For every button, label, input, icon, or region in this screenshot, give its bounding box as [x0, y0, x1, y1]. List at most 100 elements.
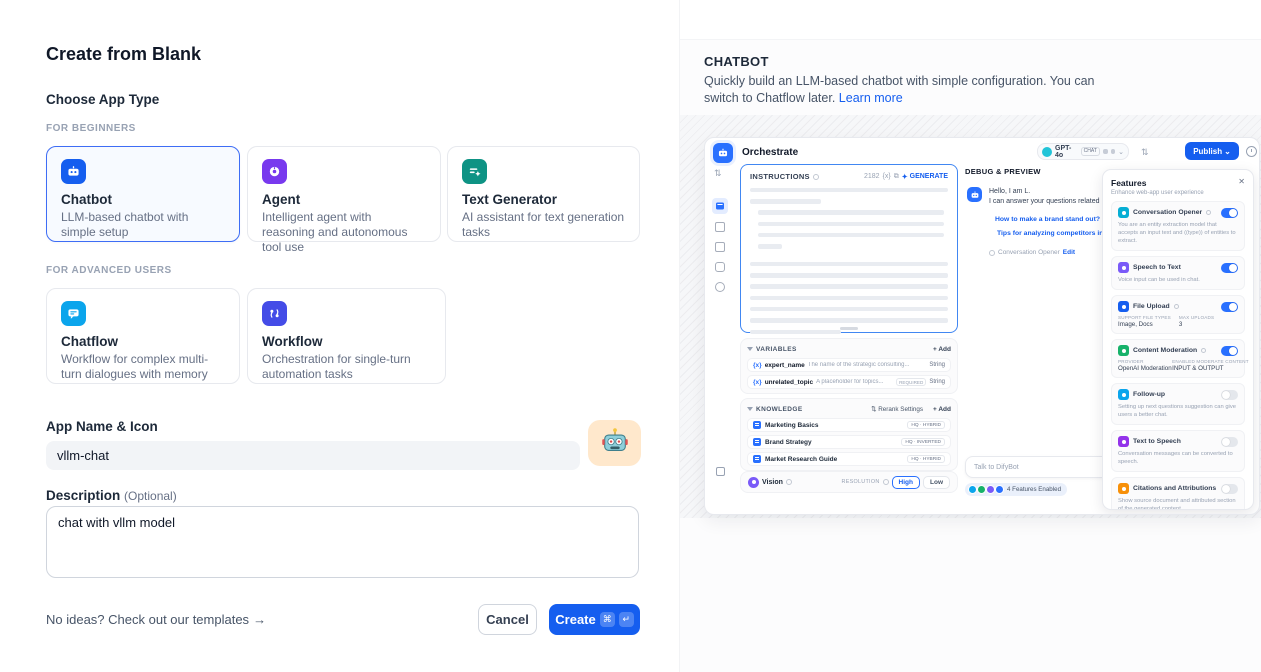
rail-chat-icon[interactable] — [715, 262, 725, 272]
feature-file-upload: File Upload SUPPORT FILE TYPES Image, Do… — [1111, 295, 1245, 334]
feature-citations: Citations and Attributions Show source d… — [1111, 477, 1245, 510]
skeleton-line — [750, 296, 948, 301]
app-type-card-text-generator[interactable]: Text Generator AI assistant for text gen… — [447, 146, 640, 242]
skeleton-line — [750, 307, 948, 312]
feature-name: Follow-up — [1133, 391, 1165, 398]
bottom-checkbox-icon[interactable] — [716, 467, 725, 476]
resize-handle[interactable] — [840, 327, 858, 330]
app-icon-picker[interactable] — [588, 420, 641, 466]
variable-type: String — [929, 362, 945, 368]
feature-description: Voice input can be used in chat. — [1118, 276, 1238, 284]
app-type-card-agent[interactable]: Agent Intelligent agent with reasoning a… — [247, 146, 441, 242]
feature-toggle[interactable] — [1221, 346, 1238, 356]
add-knowledge-button[interactable]: + Add — [933, 406, 951, 413]
chevron-down-icon: ⌄ — [1224, 147, 1231, 156]
features-title: Features — [1111, 178, 1146, 188]
feature-content-moderation: Content Moderation PROVIDER OpenAI Moder… — [1111, 339, 1245, 378]
feature-description: Show source document and attributed sect… — [1118, 497, 1238, 510]
meta-value: INPUT & OUTPUT — [1172, 365, 1238, 372]
add-variable-button[interactable]: + Add — [933, 346, 951, 353]
model-param-icon — [1103, 149, 1108, 154]
chevron-down-icon[interactable] — [747, 347, 753, 351]
preview-app-icon — [713, 143, 733, 163]
create-from-blank-panel: Create from Blank Choose App Type FOR BE… — [0, 0, 679, 672]
app-type-card-workflow[interactable]: Workflow Orchestration for single-turn a… — [247, 288, 446, 384]
feature-name: Citations and Attributions — [1133, 485, 1216, 492]
feature-name: Content Moderation — [1133, 347, 1197, 354]
meta-label: SUPPORT FILE TYPES — [1118, 315, 1171, 320]
publish-button[interactable]: Publish ⌄ — [1185, 142, 1239, 160]
preview-title: Orchestrate — [742, 147, 798, 158]
history-clock-icon[interactable] — [1246, 146, 1257, 157]
app-type-name: Chatflow — [61, 334, 225, 349]
vision-panel: Vision RESOLUTION High Low — [740, 471, 958, 493]
app-type-name: Agent — [262, 192, 426, 207]
resolution-low-option[interactable]: Low — [923, 476, 950, 489]
rail-sliders-icon[interactable]: ⇅ — [714, 168, 722, 179]
rail-image-icon[interactable] — [715, 222, 725, 232]
model-name: GPT-4o — [1055, 145, 1078, 159]
copy-icon[interactable]: ⧉ — [894, 173, 899, 181]
variables-panel: VARIABLES + Add {x} expert_name The name… — [740, 338, 958, 394]
generate-button[interactable]: ✦ GENERATE — [902, 173, 948, 181]
dataset-icon — [753, 438, 761, 446]
feature-speech-to-text: Speech to Text Voice input can be used i… — [1111, 256, 1245, 290]
feature-toggle[interactable] — [1221, 208, 1238, 218]
app-name-label: App Name & Icon — [46, 419, 158, 434]
rail-help-icon[interactable] — [715, 282, 725, 292]
close-icon[interactable]: ✕ — [1238, 178, 1245, 186]
create-button[interactable]: Create ⌘ ↵ — [549, 604, 640, 635]
feature-toggle[interactable] — [1221, 390, 1238, 400]
description-textarea[interactable]: chat with vllm model — [46, 506, 639, 578]
feature-toggle[interactable] — [1221, 263, 1238, 273]
feature-name: Conversation Opener — [1133, 209, 1202, 216]
vision-label: Vision — [762, 479, 783, 486]
description-optional-label: (Optional) — [124, 489, 177, 503]
knowledge-row[interactable]: Market Research Guide HQ · HYBRID — [747, 452, 951, 466]
rail-prompt-icon[interactable] — [712, 198, 728, 214]
feature-text-to-speech: Text to Speech Conversation messages can… — [1111, 430, 1245, 472]
spark-icon: ✦ — [902, 173, 908, 181]
app-type-card-chatbot[interactable]: Chatbot LLM-based chatbot with simple se… — [46, 146, 240, 242]
bot-avatar — [967, 187, 982, 202]
variable-row[interactable]: {x} unrelated_topic A placeholder for to… — [747, 375, 951, 389]
edit-link[interactable]: Edit — [1063, 249, 1075, 256]
conversation-opener-icon — [1118, 207, 1129, 218]
info-icon — [786, 479, 792, 485]
model-config-icon[interactable]: ⇅ — [1141, 147, 1149, 158]
knowledge-row[interactable]: Marketing Basics HQ · HYBRID — [747, 418, 951, 432]
skeleton-line — [750, 188, 948, 193]
knowledge-badge: HQ · INVERTED — [901, 438, 945, 446]
text-to-speech-icon — [1118, 436, 1129, 447]
knowledge-row[interactable]: Brand Strategy HQ · INVERTED — [747, 435, 951, 449]
chevron-down-icon[interactable] — [747, 407, 753, 411]
info-icon — [1201, 348, 1206, 353]
suggestion-link[interactable]: How to make a brand stand out? — [995, 216, 1100, 223]
create-button-label: Create — [555, 612, 595, 627]
model-settings-icon — [1111, 149, 1116, 154]
app-type-description: Orchestration for single-turn automation… — [262, 352, 431, 382]
resolution-high-option[interactable]: High — [892, 476, 920, 489]
variable-braces-icon[interactable]: {x} — [883, 173, 891, 180]
feature-toggle[interactable] — [1221, 302, 1238, 312]
chatflow-icon — [61, 301, 86, 326]
app-type-card-chatflow[interactable]: Chatflow Workflow for complex multi-turn… — [46, 288, 240, 384]
rerank-settings-button[interactable]: ⇅ Rerank Settings — [871, 406, 923, 413]
features-enabled-pill[interactable]: 4 Features Enabled — [965, 483, 1067, 496]
variable-row[interactable]: {x} expert_name The name of the strategi… — [747, 358, 951, 372]
learn-more-link[interactable]: Learn more — [839, 91, 903, 105]
app-name-input[interactable] — [46, 441, 580, 470]
templates-link[interactable]: No ideas? Check out our templates→ — [46, 612, 266, 627]
rail-doc-icon[interactable] — [715, 242, 725, 252]
top-strip — [680, 0, 1261, 40]
info-icon — [1174, 304, 1179, 309]
feature-toggle[interactable] — [1221, 484, 1238, 494]
model-selector[interactable]: GPT-4o CHAT ⌄ — [1037, 143, 1129, 160]
knowledge-name: Marketing Basics — [765, 422, 903, 429]
cancel-button[interactable]: Cancel — [478, 604, 537, 635]
feature-follow-up: Follow-up Setting up next questions sugg… — [1111, 383, 1245, 425]
sidepanel-heading: CHATBOT — [704, 54, 769, 69]
instructions-panel[interactable]: INSTRUCTIONS 2182 {x} ⧉ ✦ GENERATE — [740, 164, 958, 333]
feature-toggle[interactable] — [1221, 437, 1238, 447]
publish-label: Publish — [1193, 147, 1222, 156]
